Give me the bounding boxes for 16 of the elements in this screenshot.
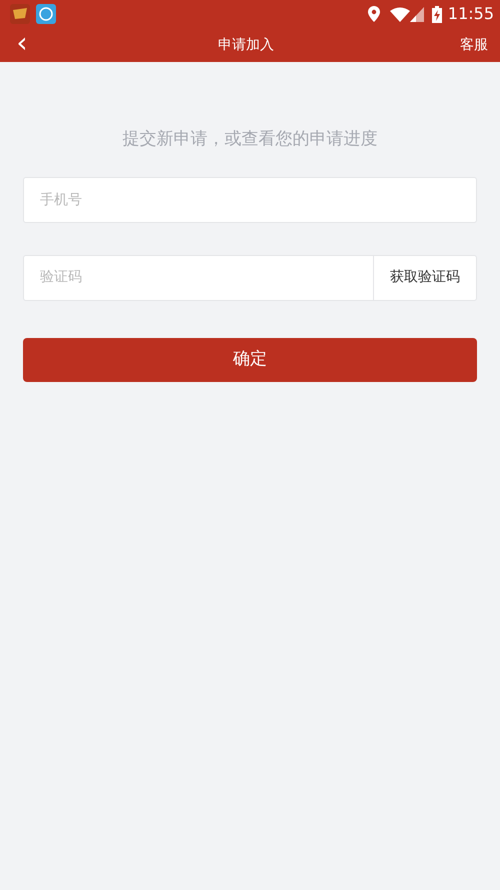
intro-text: 提交新申请，或查看您的申请进度 bbox=[122, 128, 378, 151]
battery-charging-icon bbox=[432, 6, 442, 22]
app-icon bbox=[10, 4, 30, 24]
code-field[interactable]: 验证码 获取验证码 bbox=[23, 254, 477, 300]
code-input[interactable]: 验证码 bbox=[24, 256, 373, 300]
location-icon bbox=[368, 6, 380, 22]
submit-button[interactable]: 确定 bbox=[23, 338, 477, 382]
signal-icon bbox=[410, 6, 424, 22]
page-title: 申请加入 bbox=[217, 36, 275, 54]
wifi-icon bbox=[390, 6, 410, 22]
customer-service-button[interactable]: 客服 bbox=[460, 34, 488, 56]
phone-field[interactable]: 手机号 bbox=[23, 176, 477, 222]
status-time: 11:55 bbox=[448, 3, 494, 25]
app-icon bbox=[36, 4, 56, 24]
back-button[interactable]: ‹ bbox=[12, 29, 32, 57]
get-code-button[interactable]: 获取验证码 bbox=[373, 256, 476, 300]
